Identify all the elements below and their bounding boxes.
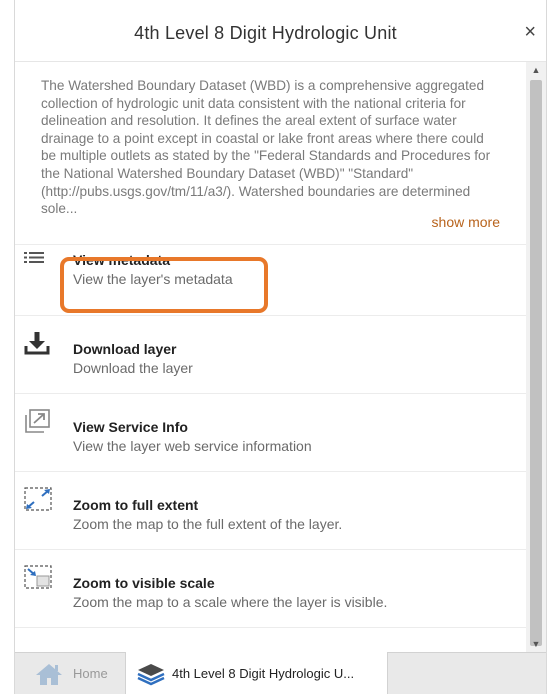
action-description: Zoom the map to a scale where the layer … bbox=[73, 594, 388, 610]
action-label: Zoom to full extent bbox=[73, 497, 199, 513]
bottom-tab-bar: Home 4th Level 8 Digit Hydrologic U... bbox=[15, 652, 546, 694]
tab-layer-label: 4th Level 8 Digit Hydrologic U... bbox=[172, 666, 355, 681]
tab-home[interactable]: Home bbox=[15, 653, 125, 694]
show-more-link[interactable]: show more bbox=[432, 214, 500, 232]
tab-home-label: Home bbox=[73, 666, 108, 681]
download-layer-action[interactable]: Download layer Download the layer bbox=[15, 316, 526, 394]
panel-content[interactable]: The Watershed Boundary Dataset (WBD) is … bbox=[15, 62, 526, 652]
action-label: View Service Info bbox=[73, 419, 188, 435]
list-icon bbox=[23, 251, 51, 279]
description-text: The Watershed Boundary Dataset (WBD) is … bbox=[41, 78, 491, 217]
action-list: View metadata View the layer's metadata … bbox=[15, 245, 526, 628]
layer-details-panel: 4th Level 8 Digit Hydrologic Unit × The … bbox=[14, 0, 547, 694]
close-button[interactable]: × bbox=[524, 22, 536, 42]
external-window-icon bbox=[23, 408, 51, 436]
view-service-info-action[interactable]: View Service Info View the layer web ser… bbox=[15, 394, 526, 472]
layer-description: The Watershed Boundary Dataset (WBD) is … bbox=[15, 62, 526, 245]
scroll-down-arrow-icon[interactable]: ▼ bbox=[526, 636, 546, 652]
action-label: Zoom to visible scale bbox=[73, 575, 215, 591]
tab-layer-details[interactable]: 4th Level 8 Digit Hydrologic U... bbox=[125, 652, 388, 694]
action-label: View metadata bbox=[73, 252, 171, 268]
scrollbar-thumb[interactable] bbox=[530, 80, 542, 646]
action-description: Download the layer bbox=[73, 360, 193, 376]
view-metadata-action[interactable]: View metadata View the layer's metadata bbox=[15, 245, 526, 316]
home-icon bbox=[35, 662, 63, 691]
full-extent-icon bbox=[23, 486, 52, 514]
zoom-full-extent-action[interactable]: Zoom to full extent Zoom the map to the … bbox=[15, 472, 526, 550]
action-label: Download layer bbox=[73, 341, 177, 357]
panel-title: 4th Level 8 Digit Hydrologic Unit bbox=[134, 23, 397, 43]
action-description: Zoom the map to the full extent of the l… bbox=[73, 516, 343, 532]
download-icon bbox=[23, 330, 51, 358]
action-description: View the layer's metadata bbox=[73, 271, 233, 287]
zoom-visible-scale-action[interactable]: Zoom to visible scale Zoom the map to a … bbox=[15, 550, 526, 628]
scroll-up-arrow-icon[interactable]: ▲ bbox=[526, 62, 546, 78]
action-description: View the layer web service information bbox=[73, 438, 312, 454]
panel-header: 4th Level 8 Digit Hydrologic Unit × bbox=[15, 0, 546, 62]
zoom-scale-icon bbox=[23, 564, 52, 592]
layers-icon bbox=[136, 662, 166, 691]
vertical-scrollbar[interactable]: ▲ ▼ bbox=[526, 62, 546, 652]
